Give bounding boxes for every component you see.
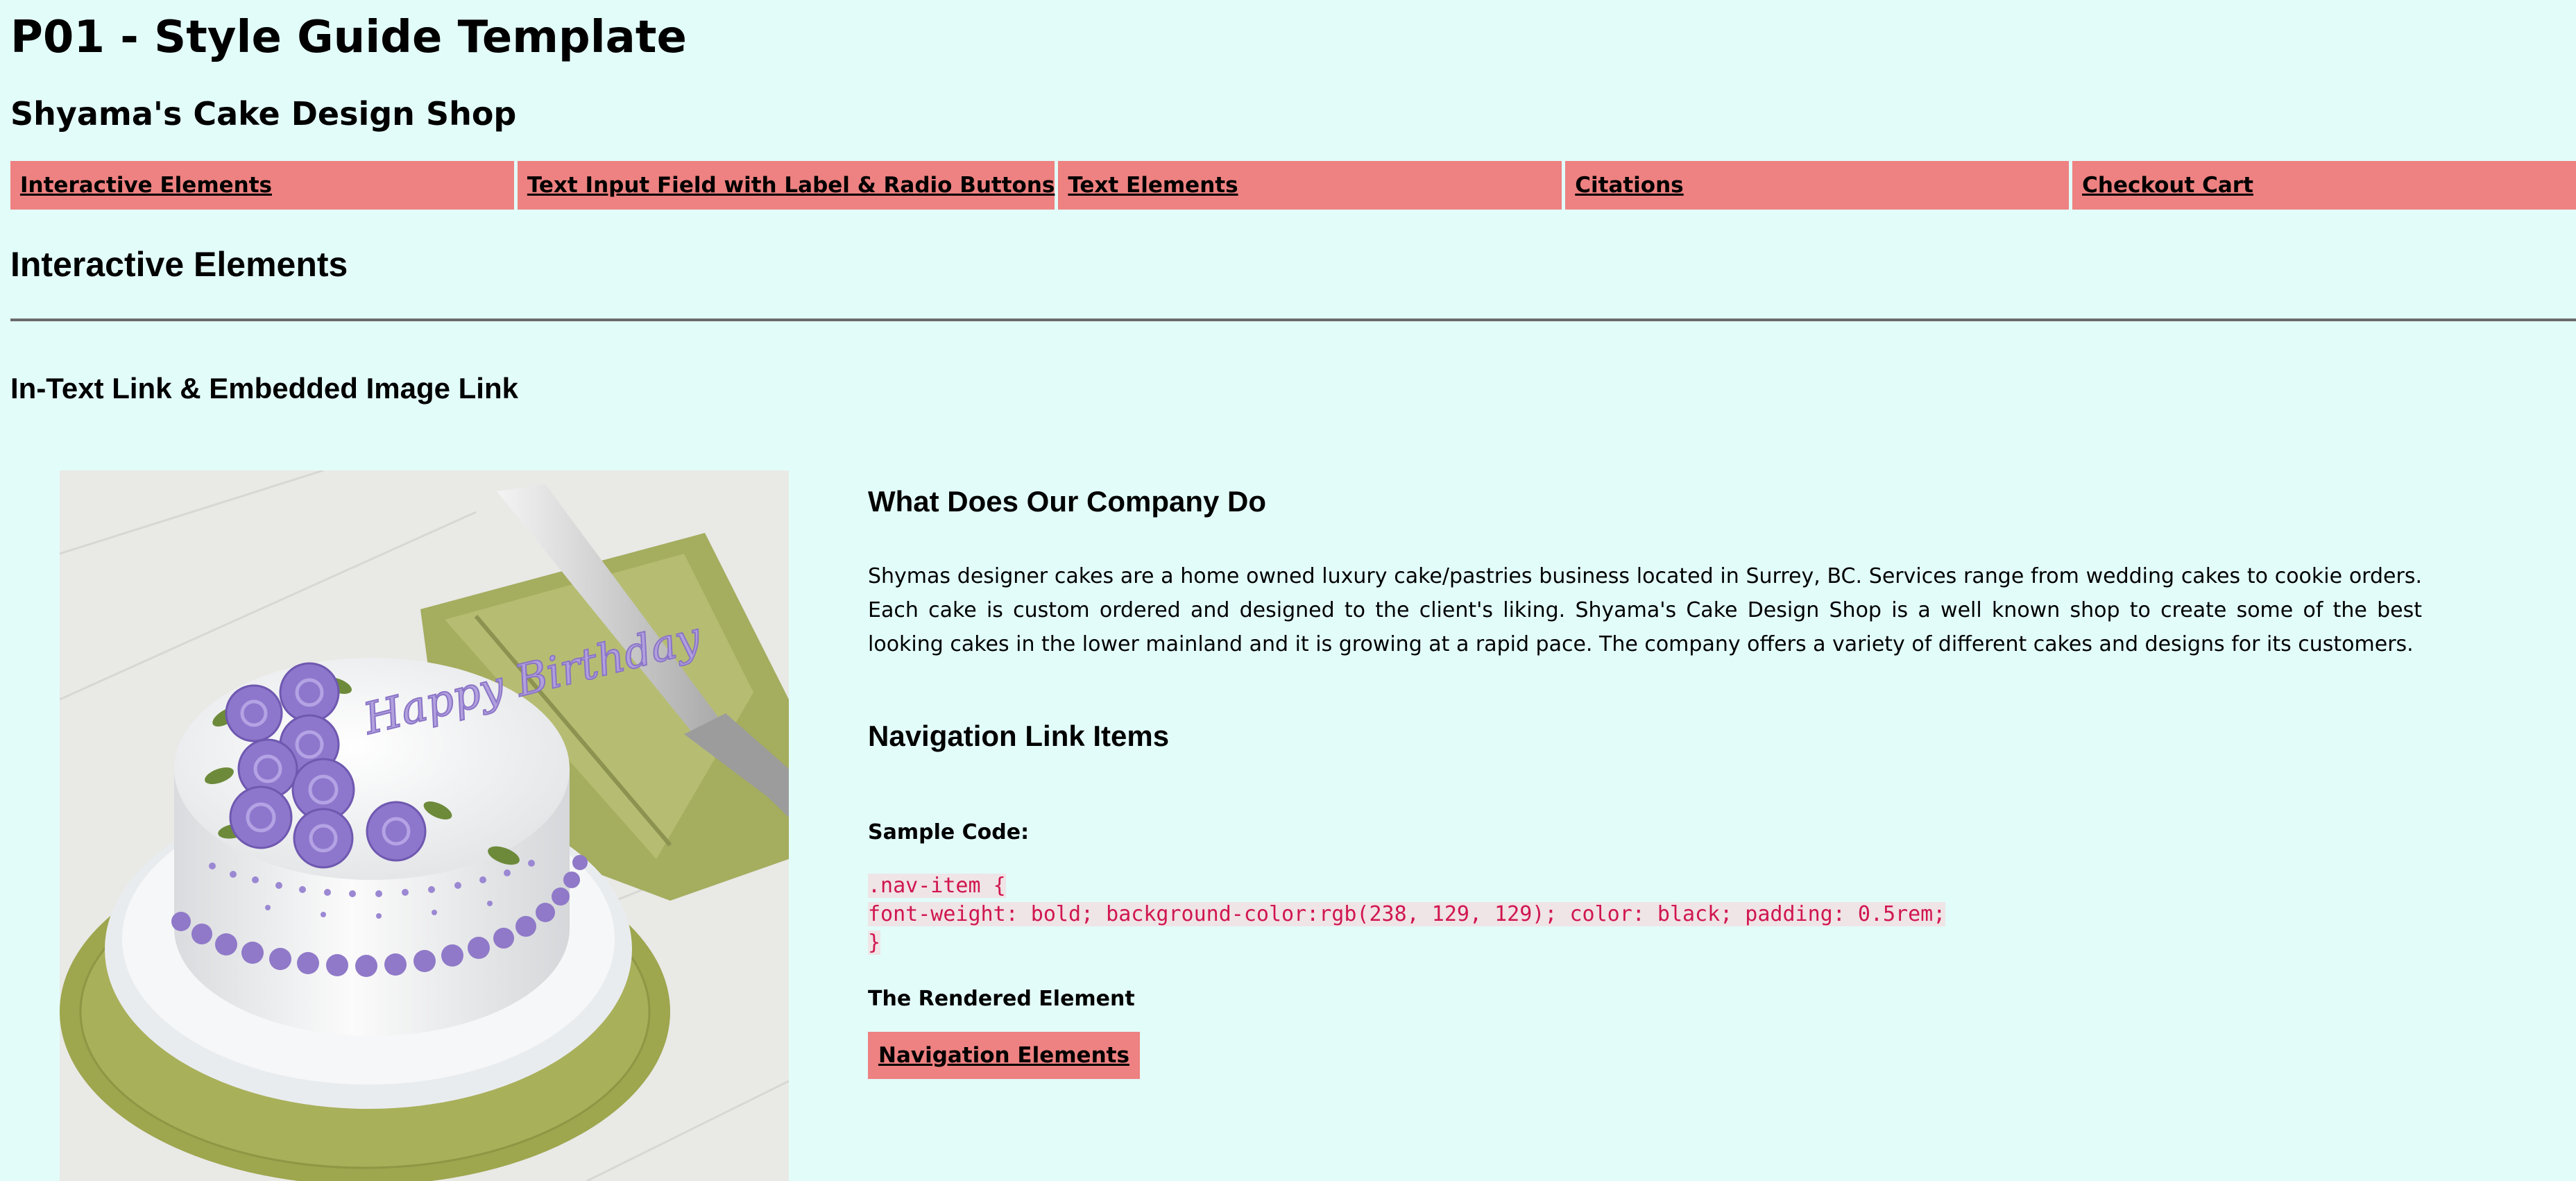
nav-item-checkout-cart[interactable]: Checkout Cart	[2072, 161, 2576, 210]
code-line: font-weight: bold; background-color:rgb(…	[868, 902, 1946, 926]
subsection-heading: In-Text Link & Embedded Image Link	[10, 372, 518, 405]
nav-item-citations[interactable]: Citations	[1565, 161, 2070, 210]
sample-code-label: Sample Code:	[868, 820, 1030, 844]
navigation-elements-button[interactable]: Navigation Elements	[868, 1032, 1140, 1079]
section-heading: Interactive Elements	[10, 245, 348, 284]
divider	[10, 318, 2576, 321]
page-title: P01 - Style Guide Template	[10, 12, 687, 63]
cake-image-link[interactable]: Happy Birthday	[60, 470, 789, 1181]
nav-links-heading: Navigation Link Items	[868, 720, 1170, 752]
code-line: }	[868, 931, 881, 955]
code-line: .nav-item {	[868, 874, 1006, 898]
birthday-cake-image: Happy Birthday	[60, 470, 789, 1181]
nav-item-text-input-field[interactable]: Text Input Field with Label & Radio Butt…	[517, 161, 1055, 210]
company-description: Shymas designer cakes are a home owned l…	[868, 564, 2422, 656]
top-navigation: Interactive Elements Text Input Field wi…	[10, 161, 2576, 210]
rendered-element-label: The Rendered Element	[868, 987, 1135, 1011]
company-heading: What Does Our Company Do	[868, 485, 1267, 518]
nav-item-interactive-elements[interactable]: Interactive Elements	[10, 161, 514, 210]
code-sample: .nav-item { font-weight: bold; backgroun…	[868, 872, 1946, 957]
nav-item-text-elements[interactable]: Text Elements	[1058, 161, 1562, 210]
site-name: Shyama's Cake Design Shop	[10, 95, 517, 133]
